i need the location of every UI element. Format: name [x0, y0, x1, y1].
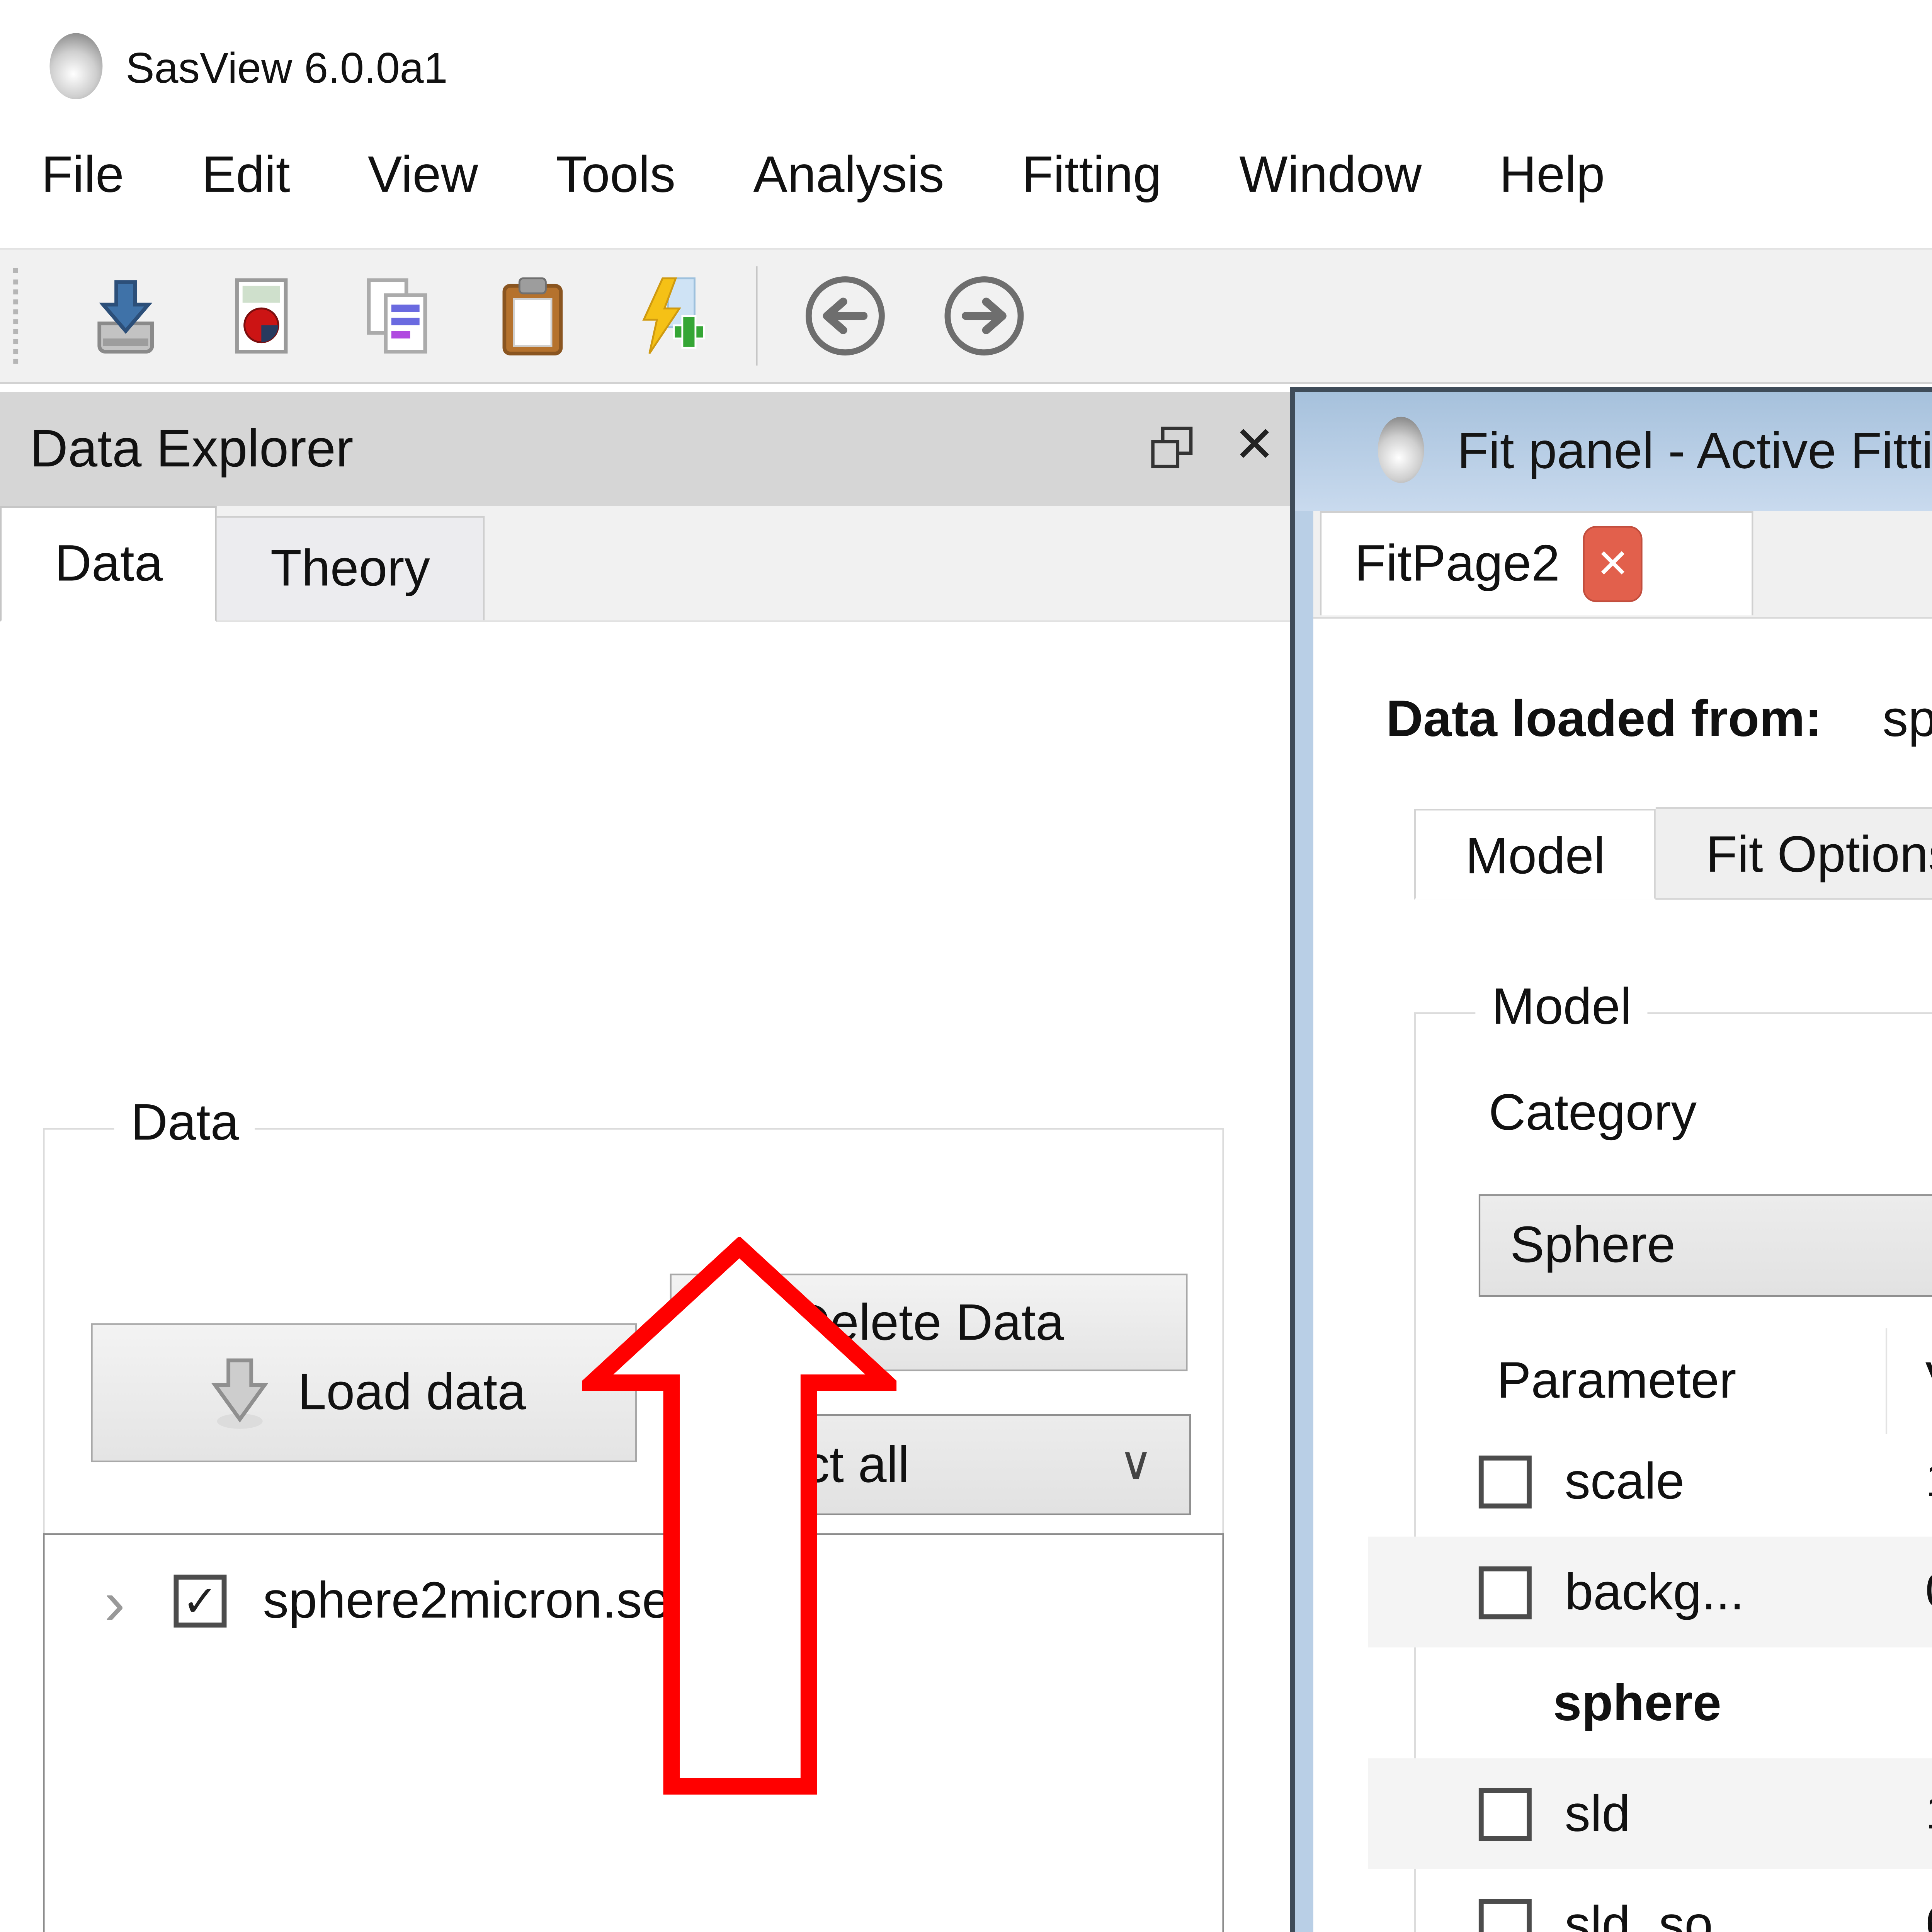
param-value[interactable]: 1 — [1925, 1786, 1932, 1841]
param-value[interactable]: 0.001 — [1925, 1565, 1932, 1619]
fitpage2-label: FitPage2 — [1355, 534, 1560, 594]
menu-fitting[interactable]: Fitting — [1022, 146, 1162, 205]
section-label: sphere — [1553, 1673, 1721, 1733]
tree-item-checkbox[interactable]: ✓ — [173, 1575, 226, 1628]
fit-section-tabs: Model Fit Options Resolution Po — [1414, 806, 1932, 900]
expand-chevron-icon[interactable]: › — [104, 1565, 125, 1644]
close-fitpage2-icon[interactable]: ✕ — [1583, 526, 1643, 602]
param-value[interactable]: 6 — [1925, 1897, 1932, 1932]
menu-help[interactable]: Help — [1499, 146, 1605, 205]
param-value[interactable]: 1.0 — [1925, 1454, 1932, 1509]
fit-panel-titlebar[interactable]: Fit panel - Active Fitting Optimizer: Le… — [1295, 392, 1932, 511]
fit-panel-icon — [1378, 417, 1424, 483]
param-row-sld-solvent: sld_so... 6 -∞ — [1368, 1869, 1932, 1932]
tab-data[interactable]: Data — [0, 506, 218, 622]
fit-panel-window: Fit panel - Active Fitting Optimizer: Le… — [1290, 387, 1932, 1932]
tab-fit-options[interactable]: Fit Options — [1656, 807, 1932, 898]
load-data-button[interactable]: Load data — [91, 1323, 637, 1462]
param-name: sld — [1565, 1784, 1630, 1844]
tab-theory[interactable]: Theory — [218, 516, 485, 621]
load-data-label: Load data — [298, 1363, 526, 1422]
menu-window[interactable]: Window — [1239, 146, 1422, 205]
param-name: sld_so... — [1565, 1895, 1755, 1932]
chevron-down-icon: ∨ — [1119, 1435, 1153, 1490]
fit-panel-title: Fit panel - Active Fitting Optimizer: Le… — [1457, 422, 1932, 481]
param-section-sphere: sphere — [1368, 1647, 1932, 1758]
back-icon[interactable] — [797, 263, 896, 369]
data-loaded-row: Data loaded from: sphere2micron.ses — [1386, 690, 1932, 749]
category-label: Category — [1489, 1083, 1697, 1143]
paste-icon[interactable] — [485, 263, 580, 369]
param-name: scale — [1565, 1451, 1684, 1511]
annotation-arrow-up-left — [582, 1237, 896, 1799]
data-explorer-title: Data Explorer — [30, 418, 353, 480]
menu-file[interactable]: File — [41, 146, 124, 205]
param-row-sld: sld 1 -∞ — [1368, 1758, 1932, 1869]
data-explorer-header: Data Explorer ✕ — [0, 392, 1295, 508]
load-data-icon[interactable] — [78, 263, 173, 369]
tab-model[interactable]: Model — [1414, 809, 1656, 900]
app-icon — [49, 33, 102, 99]
category-value: Sphere — [1510, 1216, 1675, 1275]
col-value: Value — [1925, 1351, 1932, 1411]
close-icon[interactable]: ✕ — [1234, 417, 1276, 475]
data-loaded-label: Data loaded from: — [1386, 690, 1822, 748]
download-arrow-icon — [202, 1355, 278, 1431]
forward-icon[interactable] — [936, 263, 1036, 369]
data-groupbox-label: Data — [114, 1093, 255, 1153]
copy-icon[interactable] — [349, 263, 445, 369]
column-divider — [1886, 1328, 1887, 1434]
category-dropdown[interactable]: Sphere ∨ — [1479, 1194, 1932, 1297]
data-loaded-value: sphere2micron.ses — [1883, 690, 1932, 748]
menu-bar: File Edit View Tools Analysis Fitting Wi… — [41, 146, 1605, 205]
menu-analysis[interactable]: Analysis — [753, 146, 944, 205]
param-checkbox[interactable] — [1479, 1455, 1532, 1508]
menu-view[interactable]: View — [368, 146, 478, 205]
col-parameter: Parameter — [1497, 1351, 1736, 1411]
param-checkbox[interactable] — [1479, 1898, 1532, 1932]
data-explorer-tabs: Data Theory — [0, 506, 1295, 622]
report-icon[interactable] — [213, 263, 309, 369]
fit-panel-body: FitPage2 ✕ Data loaded from: sphere2micr… — [1313, 511, 1932, 1932]
tab-fitpage2[interactable]: FitPage2 ✕ — [1320, 511, 1753, 616]
param-row-background: backg... 0.001 -∞ — [1368, 1537, 1932, 1648]
toolbar-separator — [756, 266, 757, 366]
window-title: SasView 6.0.0a1 — [126, 43, 447, 94]
toolbar — [0, 248, 1932, 384]
menu-edit[interactable]: Edit — [202, 146, 290, 205]
param-checkbox[interactable] — [1479, 1566, 1532, 1619]
sasview-window: SasView 6.0.0a1 File Edit View Tools Ana… — [0, 0, 1932, 1932]
new-plot-icon[interactable] — [620, 263, 716, 369]
menu-tools[interactable]: Tools — [556, 146, 675, 205]
float-window-icon[interactable] — [1146, 422, 1199, 475]
fitpage-tabbar: FitPage2 ✕ — [1313, 511, 1932, 619]
model-groupbox-label: Model — [1475, 978, 1648, 1037]
param-row-scale: scale 1.0 0.0 — [1368, 1426, 1932, 1537]
param-checkbox[interactable] — [1479, 1787, 1532, 1840]
parameter-table-header: Parameter Value Min — [1368, 1338, 1932, 1426]
param-name: backg... — [1565, 1562, 1744, 1622]
toolbar-drag-handle[interactable] — [13, 268, 28, 364]
